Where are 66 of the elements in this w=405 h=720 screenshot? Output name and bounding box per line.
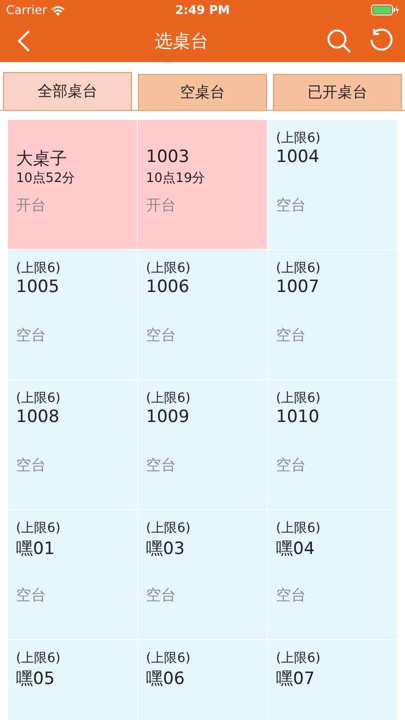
battery-icon [370, 4, 399, 16]
seat-limit: (上限6) [276, 650, 320, 667]
table-status: 空台 [146, 456, 176, 475]
table-status: 空台 [276, 196, 306, 215]
table-name: 1010 [276, 407, 320, 429]
table-name: 1003 [146, 147, 190, 169]
filter-tab[interactable]: 空桌台 [138, 74, 267, 110]
table-card[interactable]: (上限6) 嘿01 空台 [8, 510, 137, 639]
table-name: 嘿07 [276, 668, 315, 689]
seat-limit: (上限6) [276, 390, 320, 407]
table-status: 开台 [16, 196, 46, 215]
table-card[interactable]: 1003 10点19分 开台 [138, 120, 267, 249]
page-title: 选桌台 [154, 30, 208, 53]
table-card[interactable]: (上限6) 嘿05 [8, 640, 137, 720]
filter-tab[interactable]: 已开桌台 [273, 74, 402, 110]
table-status: 空台 [146, 586, 176, 605]
table-name: 1005 [16, 277, 60, 299]
table-name: 1009 [146, 407, 190, 429]
table-status: 空台 [276, 586, 306, 605]
table-card[interactable]: (上限6) 1010 空台 [268, 380, 397, 509]
seat-limit: (上限6) [16, 650, 60, 667]
seat-limit: (上限6) [16, 390, 60, 407]
table-card[interactable]: (上限6) 1008 空台 [8, 380, 137, 509]
seat-limit: (上限6) [276, 130, 320, 147]
seat-limit: (上限6) [276, 260, 320, 277]
table-card[interactable]: (上限6) 1007 空台 [268, 250, 397, 379]
seat-limit: (上限6) [16, 260, 60, 277]
seat-limit: (上限6) [146, 520, 190, 537]
table-name: 嘿06 [146, 668, 185, 689]
seat-limit: (上限6) [16, 520, 60, 537]
table-card[interactable]: (上限6) 嘿04 空台 [268, 510, 397, 639]
open-time: 10点19分 [146, 170, 206, 187]
wifi-icon [51, 4, 66, 16]
table-card[interactable]: (上限6) 1004 空台 [268, 120, 397, 249]
seat-limit: (上限6) [146, 390, 190, 407]
table-status: 空台 [276, 326, 306, 345]
table-name: 嘿01 [16, 538, 55, 559]
back-icon [17, 29, 31, 53]
table-card[interactable]: (上限6) 嘿03 空台 [138, 510, 267, 639]
table-card[interactable]: (上限6) 1009 空台 [138, 380, 267, 509]
table-card[interactable]: (上限6) 嘿07 [268, 640, 397, 720]
table-name: 嘿04 [276, 538, 315, 559]
table-name: 嘿03 [146, 538, 185, 559]
filter-tab[interactable]: 全部桌台 [3, 72, 132, 110]
table-name: 1006 [146, 277, 190, 299]
table-card[interactable]: (上限6) 1006 空台 [138, 250, 267, 379]
table-status: 空台 [146, 326, 176, 345]
open-time: 10点52分 [16, 170, 76, 187]
table-card[interactable]: (上限6) 嘿06 [138, 640, 267, 720]
table-name: 1008 [16, 407, 60, 429]
table-name: 大桌子 [16, 148, 67, 169]
table-name: 1007 [276, 277, 320, 299]
table-status: 空台 [16, 586, 46, 605]
table-status: 空台 [276, 456, 306, 475]
table-status: 开台 [146, 196, 176, 215]
seat-limit: (上限6) [276, 520, 320, 537]
table-card[interactable]: (上限6) 1005 空台 [8, 250, 137, 379]
table-card[interactable]: 大桌子 10点52分 开台 [8, 120, 137, 249]
seat-limit: (上限6) [146, 650, 190, 667]
table-name: 嘿05 [16, 668, 55, 689]
table-status: 空台 [16, 326, 46, 345]
carrier-label: Carrier [6, 3, 48, 17]
seat-limit: (上限6) [146, 260, 190, 277]
table-name: 1004 [276, 147, 320, 169]
table-status: 空台 [16, 456, 46, 475]
clock-time: 2:49 PM [175, 3, 230, 17]
